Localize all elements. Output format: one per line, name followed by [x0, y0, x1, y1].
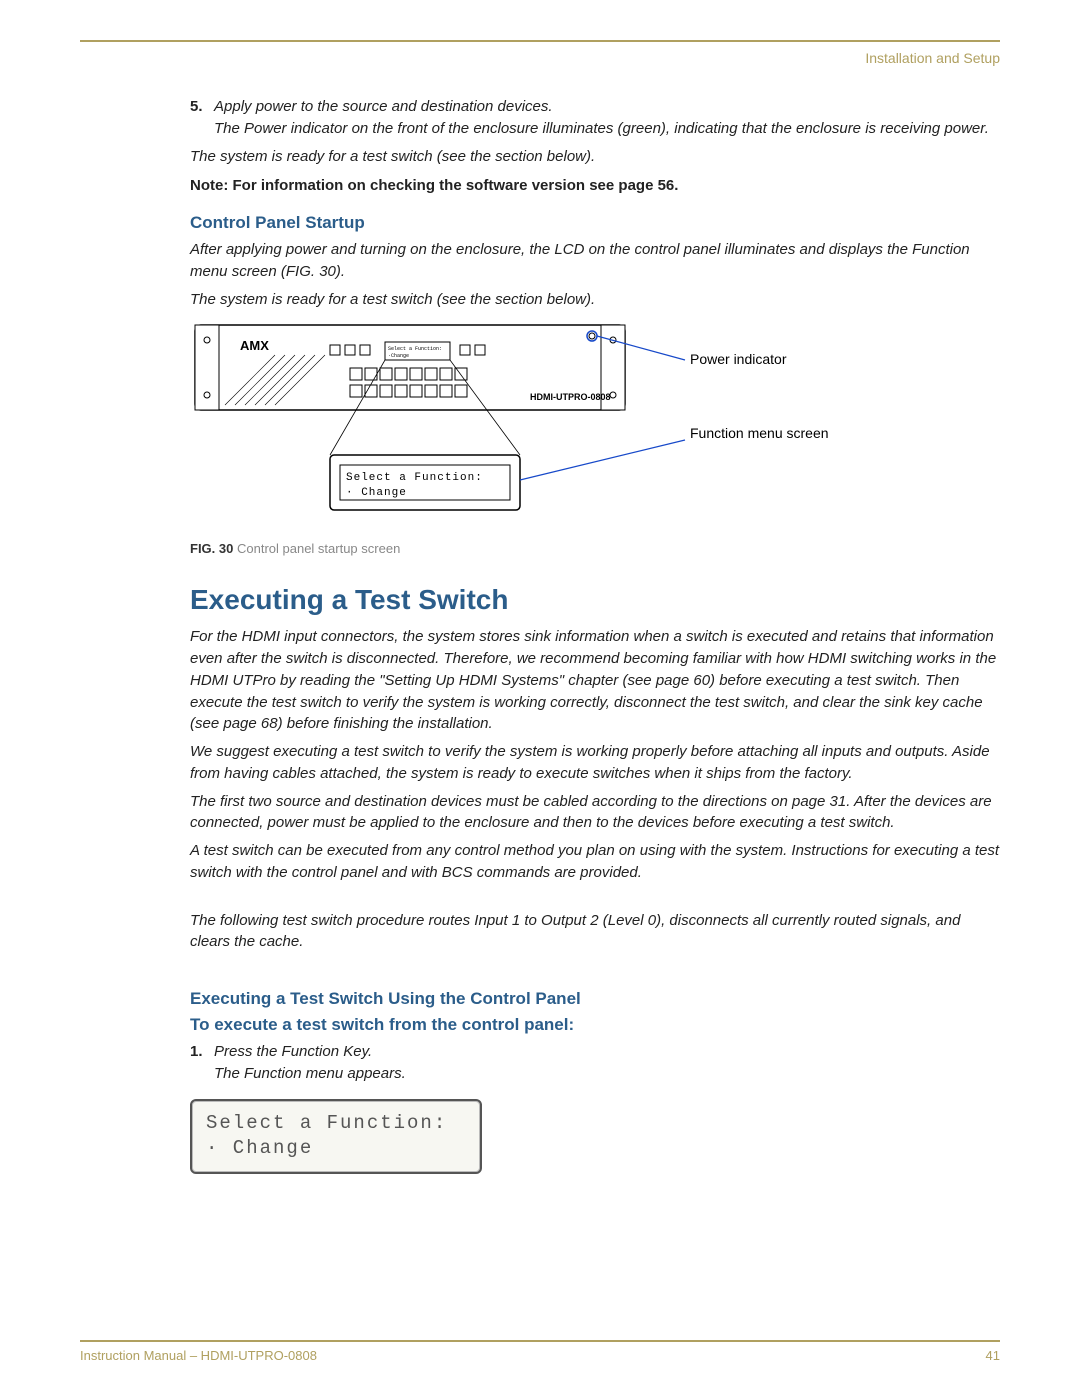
fig30-label: FIG. 30 [190, 541, 233, 556]
footer-left: Instruction Manual – HDMI-UTPRO-0808 [80, 1348, 317, 1363]
exec-step-1-b: The Function menu appears. [214, 1063, 1000, 1085]
lcd-line-2: · Change [206, 1136, 466, 1162]
exec-step-1-a: Press the Function Key. [214, 1041, 1000, 1063]
zoom-lcd-line2: · Change [346, 487, 407, 499]
lcd-line-1: Select a Function: [206, 1111, 466, 1137]
exec-step-1: 1. Press the Function Key. The Function … [190, 1041, 1000, 1085]
note-software-version: Note: For information on checking the so… [190, 175, 1000, 197]
step-5-line2: The Power indicator on the front of the … [214, 118, 1000, 140]
exec-p2: We suggest executing a test switch to ve… [190, 741, 1000, 785]
svg-text:·Change: ·Change [388, 353, 409, 359]
step-5-line1: Apply power to the source and destinatio… [214, 96, 1000, 118]
ready-text-1: The system is ready for a test switch (s… [190, 146, 1000, 168]
fig30-caption-text: Control panel startup screen [237, 541, 400, 556]
cps-paragraph-2: The system is ready for a test switch (s… [190, 289, 1000, 311]
header-section: Installation and Setup [80, 50, 1000, 66]
device-brand: AMX [240, 338, 269, 353]
zoom-lcd-line1: Select a Function: [346, 472, 483, 484]
exec-step-1-number: 1. [190, 1041, 214, 1085]
svg-text:Select a Function:: Select a Function: [388, 346, 442, 352]
callout-power-indicator: Power indicator [690, 351, 787, 367]
step-5-number: 5. [190, 96, 214, 140]
exec-p4: A test switch can be executed from any c… [190, 840, 1000, 884]
footer-page-number: 41 [986, 1348, 1000, 1363]
exec-p3: The first two source and destination dev… [190, 791, 1000, 835]
heading-executing-test-switch: Executing a Test Switch [190, 584, 1000, 616]
lcd-display: Select a Function: · Change [190, 1099, 482, 1174]
step-5: 5. Apply power to the source and destina… [190, 96, 1000, 140]
heading-exec-using-control-panel: Executing a Test Switch Using the Contro… [190, 989, 1000, 1009]
device-model-label: HDMI-UTPRO-0808 [530, 392, 611, 402]
figure-30: AMX Select a Function: ·Change [190, 320, 1000, 556]
heading-control-panel-startup: Control Panel Startup [190, 213, 1000, 233]
heading-to-execute-from-control-panel: To execute a test switch from the contro… [190, 1015, 1000, 1035]
callout-function-menu: Function menu screen [690, 425, 829, 441]
exec-p1: For the HDMI input connectors, the syste… [190, 626, 1000, 735]
cps-paragraph-1: After applying power and turning on the … [190, 239, 1000, 283]
exec-p5: The following test switch procedure rout… [190, 910, 1000, 954]
